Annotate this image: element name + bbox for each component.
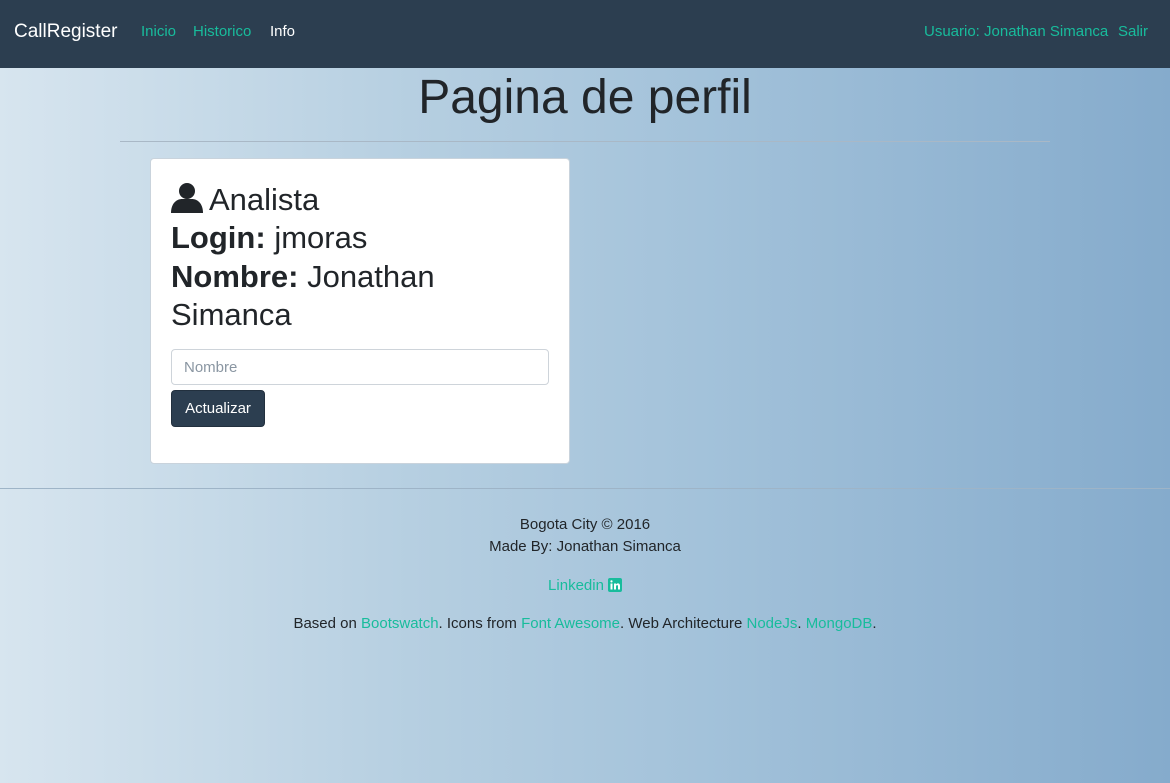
linkedin-icon: [607, 578, 622, 596]
footer-city-line: Bogota City © 2016: [519, 516, 651, 533]
page-title: Pagina de perfil: [418, 71, 752, 124]
linkedin-link[interactable]: Linkedin: [548, 577, 622, 594]
nav-link-inicio[interactable]: Inicio: [141, 23, 176, 40]
name-value-first: Jonathan: [307, 259, 435, 294]
user-link[interactable]: Usuario: Jonathan Simanca: [924, 23, 1108, 40]
role-line: Analista: [171, 181, 319, 222]
credits-icons-from: . Icons from: [438, 615, 522, 632]
title-divider: [120, 141, 1050, 142]
credits-architecture: . Web Architecture: [620, 615, 747, 632]
credits-based-on: Based on: [293, 615, 361, 632]
update-button[interactable]: Actualizar: [171, 390, 265, 427]
name-label: Nombre:: [171, 259, 299, 294]
logout-link[interactable]: Salir: [1118, 23, 1148, 40]
credits-separator: .: [797, 615, 806, 632]
nav-link-info[interactable]: Info: [270, 23, 295, 40]
bootswatch-link[interactable]: Bootswatch: [361, 615, 439, 632]
profile-card: Analista Login: jmoras Nombre: Jonathan …: [150, 158, 570, 464]
footer-credits: Based on Bootswatch. Icons from Font Awe…: [0, 615, 1170, 632]
name-input[interactable]: [171, 349, 549, 385]
name-line-2: Simanca: [171, 296, 292, 334]
login-label: Login:: [171, 220, 266, 255]
role-text: Analista: [209, 182, 320, 217]
name-line: Nombre: Jonathan: [171, 258, 435, 296]
footer-made-by: Made By: Jonathan Simanca: [489, 538, 681, 555]
footer-linkedin-line: Linkedin: [0, 577, 1170, 596]
login-line: Login: jmoras: [171, 219, 367, 257]
nav-link-historico[interactable]: Historico: [193, 23, 251, 40]
login-value: jmoras: [274, 220, 368, 255]
user-icon: [171, 183, 203, 222]
font-awesome-link[interactable]: Font Awesome: [521, 615, 620, 632]
nodejs-link[interactable]: NodeJs: [746, 615, 797, 632]
brand-link[interactable]: CallRegister: [14, 21, 117, 43]
credits-end: .: [872, 615, 877, 632]
footer-divider: [0, 488, 1170, 489]
top-navbar: CallRegister Inicio Historico Info Usuar…: [0, 0, 1170, 68]
name-value-last: Simanca: [171, 297, 292, 332]
mongodb-link[interactable]: MongoDB: [806, 615, 873, 632]
linkedin-label: Linkedin: [548, 577, 604, 594]
